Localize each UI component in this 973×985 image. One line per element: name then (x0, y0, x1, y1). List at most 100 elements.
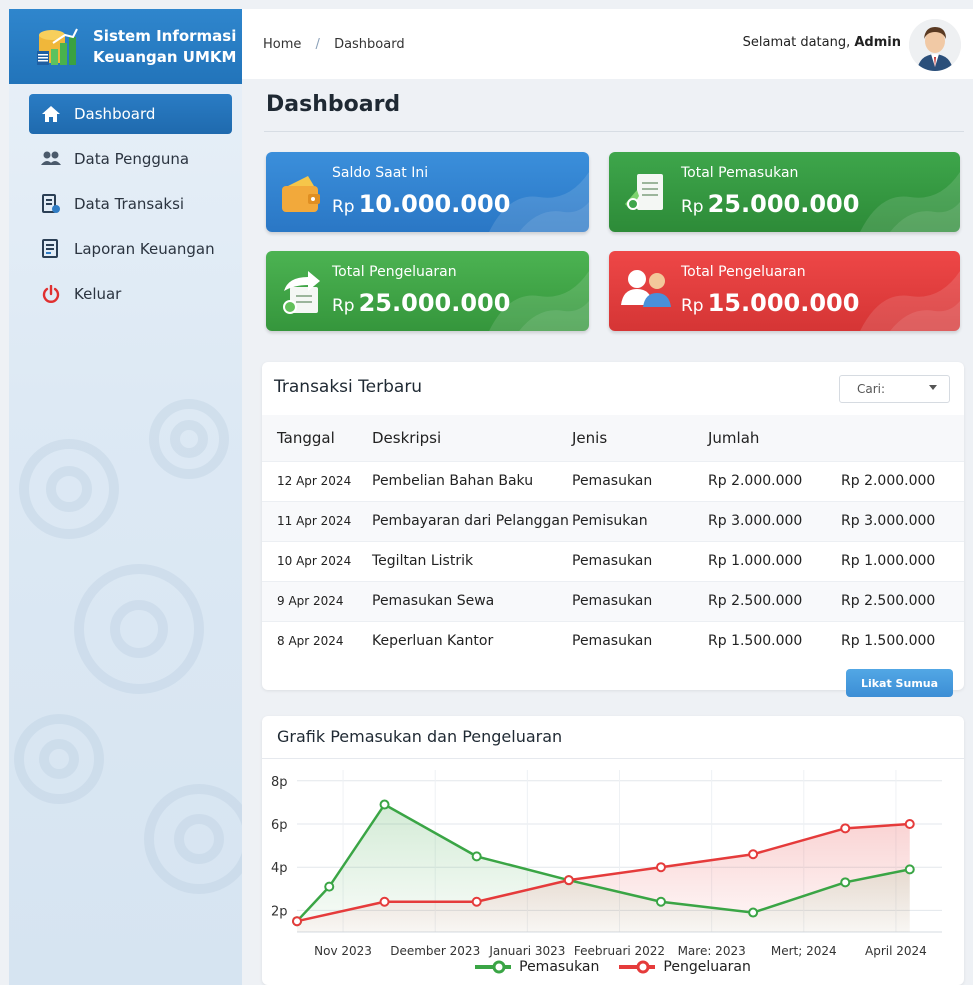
cell-type: Pemasukan (572, 620, 708, 661)
card-label: Total Pengeluaran (681, 264, 806, 280)
column-header (841, 415, 964, 461)
users-icon (40, 148, 62, 170)
breadcrumb-current: Dashboard (334, 36, 405, 52)
cell-description: Pembelian Bahan Baku (372, 460, 572, 501)
card-total-pemasukan[interactable]: Total Pemasukan Rp 25.000.000 (609, 152, 960, 232)
line-chart: 2p 4p 6p 8p Nov 2023 Deember 2023 Januari 3023… (271, 770, 942, 958)
expense-document-icon (283, 271, 320, 314)
sidebar-item-laporan-keuangan[interactable]: Laporan Keuangan (29, 229, 232, 269)
breadcrumb-home-link[interactable]: Home (263, 37, 301, 52)
welcome-user: Admin (854, 35, 901, 50)
table-row[interactable]: 9 Apr 2024 Pemasukan Sewa Pemasukan Rp 2.50… (262, 580, 964, 621)
welcome-message: Selamat datang, Admin (743, 35, 901, 50)
report-icon (40, 238, 62, 260)
data-point-pengeluaran (292, 916, 302, 927)
cell-amount-total: Rp 1.500.000 (841, 620, 964, 661)
card-saldo[interactable]: Saldo Saat Ini Rp 10.000.000 (266, 152, 589, 232)
card-amount: 15.000.000 (707, 289, 860, 317)
card-currency: Rp (681, 197, 704, 217)
sidebar-item-data-pengguna[interactable]: Data Pengguna (29, 139, 232, 179)
column-header[interactable]: Jenis (572, 415, 708, 461)
cell-amount-total: Rp 2.000.000 (841, 460, 964, 501)
data-point-pemasukan (324, 881, 335, 892)
card-total-pengeluaran-2[interactable]: Total Pengeluaran Rp 15.000.000 (609, 251, 960, 331)
column-header[interactable]: Deskripsi (372, 415, 572, 461)
cell-date: 11 Apr 2024 (262, 500, 372, 541)
legend-item-pemasukan[interactable]: Pemasukan (475, 959, 599, 975)
cell-description: Pembayaran dari Pelanggan (372, 500, 572, 541)
cell-description: Keperluan Kantor (372, 620, 572, 661)
chart-divider (262, 758, 964, 759)
card-amount: 10.000.000 (358, 190, 511, 218)
brand-title-line2: Keuangan UMKM (93, 47, 237, 66)
cell-amount-total: Rp 3.000.000 (841, 500, 964, 541)
data-point-pengeluaran (904, 819, 915, 829)
column-header[interactable]: Jumlah (708, 415, 841, 461)
sidebar-nav: Dashboard Data Pengguna Data Transaksi L… (9, 94, 242, 314)
x-tick-label: Januari 3023 (488, 944, 565, 958)
card-currency: Rp (332, 296, 355, 316)
cell-amount: Rp 1.000.000 (708, 540, 841, 581)
column-header[interactable]: Tanggal (262, 415, 372, 461)
table-row[interactable]: 11 Apr 2024 Pembayaran dari Pelanggan Pemi… (262, 500, 964, 541)
card-total-pengeluaran[interactable]: Total Pengeluaran Rp 25.000.000 (266, 251, 589, 331)
table-row[interactable]: 10 Apr 2024 Tegiltan Listrik Pemasukan Rp 1… (262, 540, 964, 581)
cell-amount: Rp 2.000.000 (708, 460, 841, 501)
transactions-panel: Transaksi Terbaru Cari: Tanggal Deskrips… (262, 362, 964, 697)
power-icon (40, 283, 62, 305)
cell-amount: Rp 2.500.000 (708, 580, 841, 621)
transaction-icon (40, 193, 62, 215)
cell-date: 9 Apr 2024 (262, 580, 372, 621)
legend-marker-pengeluaran (619, 960, 656, 974)
y-tick-label: 8p (271, 775, 288, 790)
card-currency: Rp (681, 296, 704, 316)
income-document-icon (625, 174, 663, 210)
x-tick-label: Mare: 2023 (678, 944, 746, 958)
transactions-table: Tanggal Deskripsi Jenis Jumlah 12 Apr 20… (262, 415, 964, 661)
cell-amount: Rp 3.000.000 (708, 500, 841, 541)
data-point-pemasukan (748, 907, 759, 918)
search-select[interactable]: Cari: (839, 375, 950, 403)
x-tick-label: April 2024 (865, 944, 927, 958)
cell-date: 10 Apr 2024 (262, 540, 372, 581)
cell-type: Pemasukan (572, 580, 708, 621)
brand-header[interactable]: Sistem Informasi Keuangan UMKM (9, 9, 242, 84)
card-value: Rp 25.000.000 (681, 190, 859, 218)
card-amount: 25.000.000 (707, 190, 860, 218)
cell-type: Pemisukan (572, 500, 708, 541)
sidebar-item-label: Keluar (74, 285, 122, 303)
chart-legend: Pemasukan Pengeluaran (262, 959, 964, 975)
view-all-button[interactable]: Likat Sumua (846, 669, 953, 697)
sidebar-item-dashboard[interactable]: Dashboard (29, 94, 232, 134)
card-label: Saldo Saat Ini (332, 165, 429, 181)
card-amount: 25.000.000 (358, 289, 511, 317)
cell-date: 12 Apr 2024 (262, 460, 372, 501)
sidebar-item-keluar[interactable]: Keluar (29, 274, 232, 314)
chevron-down-icon (929, 385, 937, 390)
x-tick-label: Feebruari 2022 (574, 944, 665, 958)
cell-date: 8 Apr 2024 (262, 620, 372, 661)
cell-amount-total: Rp 2.500.000 (841, 580, 964, 621)
sidebar-item-label: Data Pengguna (74, 150, 190, 168)
sidebar-item-label: Laporan Keuangan (74, 240, 215, 258)
sidebar-item-data-transaksi[interactable]: Data Transaksi (29, 184, 232, 224)
legend-label: Pemasukan (519, 959, 600, 975)
table-row[interactable]: 12 Apr 2024 Pembelian Bahan Baku Pemasukan… (262, 460, 964, 501)
data-point-pengeluaran (748, 849, 759, 860)
search-label: Cari: (857, 382, 886, 396)
legend-item-pengeluaran[interactable]: Pengeluaran (619, 959, 751, 975)
data-point-pemasukan (904, 864, 915, 875)
home-icon (40, 103, 62, 125)
data-point-pemasukan (840, 877, 851, 888)
welcome-text: Selamat datang, (742, 35, 851, 50)
cell-type: Pemasukan (572, 540, 708, 581)
sidebar-item-label: Data Transaksi (74, 195, 185, 213)
table-row[interactable]: 8 Apr 2024 Keperluan Kantor Pemasukan Rp 1.… (262, 620, 964, 661)
chart-title: Grafik Pemasukan dan Pengeluaran (277, 727, 563, 746)
x-tick-label: Nov 2023 (314, 944, 372, 958)
legend-marker-pemasukan (475, 960, 512, 974)
people-icon (621, 270, 671, 307)
chart-panel: Grafik Pemasukan dan Pengeluaran 2p 4p 6p 8… (262, 716, 964, 985)
avatar[interactable] (909, 19, 961, 71)
x-tick-label: Deember 2023 (390, 944, 480, 958)
